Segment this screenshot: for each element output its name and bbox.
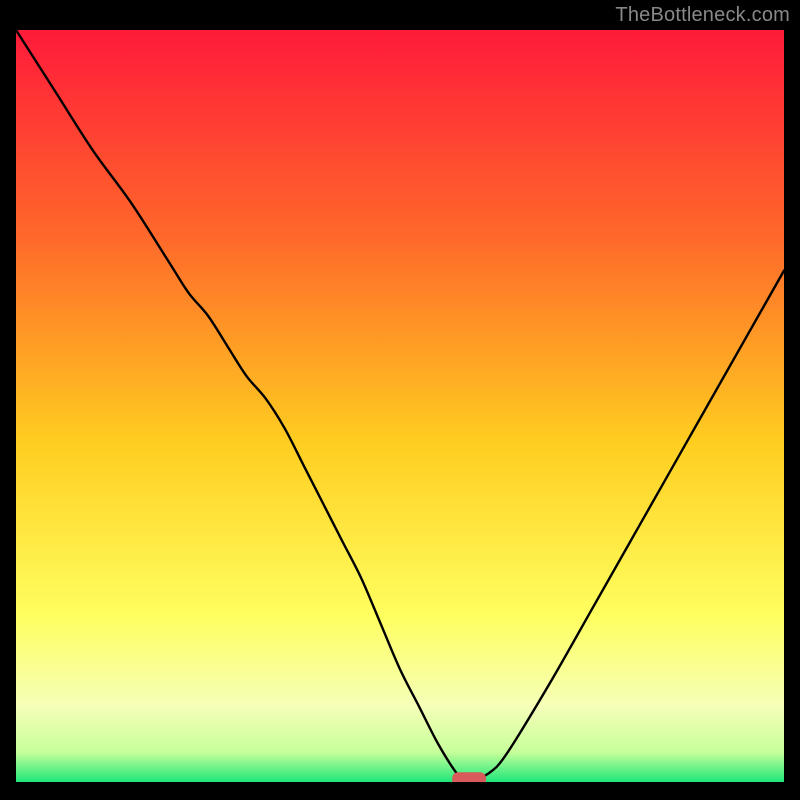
chart-frame: TheBottleneck.com	[0, 0, 800, 800]
optimal-marker	[452, 772, 486, 782]
plot-area	[16, 30, 784, 782]
watermark-text: TheBottleneck.com	[615, 4, 790, 27]
bottleneck-chart	[16, 30, 784, 782]
